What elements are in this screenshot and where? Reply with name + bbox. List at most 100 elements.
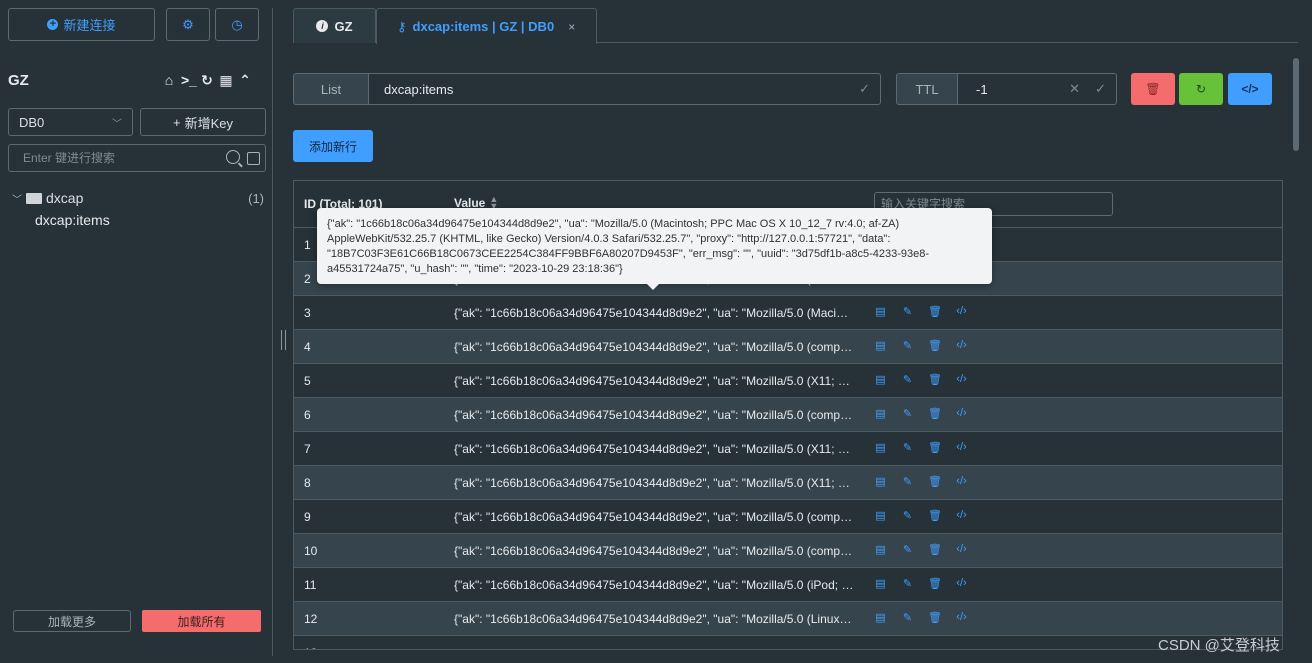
connection-toolbar: ⌂ >_ ↻ ▦ ⌃ xyxy=(162,72,252,89)
code-icon[interactable]: ‹/› xyxy=(955,509,968,522)
trash-icon[interactable]: 🗑 xyxy=(928,305,942,318)
tree-key-dxcap-items[interactable]: dxcap:items xyxy=(35,212,110,228)
scrollbar-thumb[interactable] xyxy=(1293,58,1299,151)
view-icon[interactable]: ▤ xyxy=(874,475,887,488)
code-icon[interactable]: ‹/› xyxy=(955,611,968,624)
table-row: 8 {"ak": "1c66b18c06a34d96475e104344d8d9e… xyxy=(294,466,1282,500)
view-icon[interactable]: ▤ xyxy=(874,441,887,454)
trash-icon[interactable]: 🗑 xyxy=(928,543,942,556)
row-value: {"ak": "1c66b18c06a34d96475e104344d8d9e2… xyxy=(454,544,854,558)
close-icon[interactable]: × xyxy=(568,20,575,34)
load-all-button[interactable]: 加载所有 xyxy=(142,610,261,632)
trash-icon[interactable]: 🗑 xyxy=(928,407,942,420)
view-icon[interactable]: ▤ xyxy=(874,373,887,386)
table-row: 11 {"ak": "1c66b18c06a34d96475e104344d8d9… xyxy=(294,568,1282,602)
view-icon[interactable]: ▤ xyxy=(874,407,887,420)
dump-command-button[interactable]: </> xyxy=(1228,73,1272,105)
edit-icon[interactable]: ✎ xyxy=(901,475,914,488)
trash-icon[interactable]: 🗑 xyxy=(928,509,942,522)
view-icon[interactable]: ▤ xyxy=(874,339,887,352)
edit-icon[interactable]: ✎ xyxy=(901,577,914,590)
code-icon[interactable]: ‹/› xyxy=(955,407,968,420)
connection-name: GZ xyxy=(8,72,29,89)
add-key-button[interactable]: + 新增Key xyxy=(140,108,266,136)
edit-icon[interactable]: ✎ xyxy=(901,509,914,522)
trash-icon[interactable]: 🗑 xyxy=(928,577,942,590)
key-name-field[interactable]: dxcap:items ✓ xyxy=(368,73,881,105)
code-icon: </> xyxy=(1241,82,1259,96)
trash-icon[interactable]: 🗑 xyxy=(928,475,942,488)
new-connection-button[interactable]: + 新建连接 xyxy=(8,8,155,41)
edit-icon[interactable]: ✎ xyxy=(901,373,914,386)
row-value: {"ak": "1c66b18c06a34d96475e104344d8d9e2… xyxy=(454,442,854,456)
edit-icon[interactable]: ✎ xyxy=(901,543,914,556)
trash-icon[interactable]: 🗑 xyxy=(928,373,942,386)
row-id: 7 xyxy=(304,442,311,456)
check-icon[interactable]: ✓ xyxy=(859,81,870,97)
view-icon[interactable]: ▤ xyxy=(874,305,887,318)
row-actions: ▤ ✎ 🗑 ‹/› xyxy=(874,611,968,624)
grid-icon[interactable]: ▦ xyxy=(219,72,233,89)
row-id: 6 xyxy=(304,408,311,422)
home-icon[interactable]: ⌂ xyxy=(162,72,176,89)
refresh-icon: ↻ xyxy=(1195,82,1207,96)
trash-icon[interactable]: 🗑 xyxy=(928,339,942,352)
row-id: 12 xyxy=(304,612,318,626)
row-value: {"ak": "1c66b18c06a34d96475e104344d8d9e2… xyxy=(454,578,854,592)
refresh-icon[interactable]: ↻ xyxy=(200,72,214,89)
tab-key-detail[interactable]: ⚷ dxcap:items | GZ | DB0 × xyxy=(376,8,597,44)
add-key-label: 新增Key xyxy=(184,115,233,131)
plus-icon: + xyxy=(173,114,181,130)
chevron-up-icon[interactable]: ⌃ xyxy=(238,72,252,89)
tree-folder-dxcap[interactable]: ﹀ dxcap (1) xyxy=(12,190,266,206)
new-connection-label: 新建连接 xyxy=(63,18,116,33)
row-value: {"ak": "1c66b18c06a34d96475e104344d8d9e2… xyxy=(454,612,854,626)
trash-icon[interactable]: 🗑 xyxy=(928,441,942,454)
row-actions: ▤ ✎ 🗑 ‹/› xyxy=(874,509,968,522)
delete-key-button[interactable]: 🗑 xyxy=(1131,73,1175,105)
refresh-key-button[interactable]: ↻ xyxy=(1179,73,1223,105)
row-value: {"ak": "1c66b18c06a34d96475e104344d8d9e2… xyxy=(454,340,854,354)
code-icon[interactable]: ‹/› xyxy=(955,441,968,454)
load-more-button[interactable]: 加载更多 xyxy=(13,610,131,632)
edit-icon[interactable]: ✎ xyxy=(901,407,914,420)
edit-icon[interactable]: ✎ xyxy=(901,339,914,352)
terminal-icon[interactable]: >_ xyxy=(181,72,197,89)
add-row-button[interactable]: 添加新行 xyxy=(293,130,373,162)
tree-folder-label: dxcap xyxy=(46,190,84,206)
code-icon[interactable]: ‹/› xyxy=(955,339,968,352)
watermark: CSDN @艾登科技 xyxy=(1158,637,1280,654)
code-icon[interactable]: ‹/› xyxy=(955,305,968,318)
trash-icon[interactable]: 🗑 xyxy=(928,611,942,624)
table-row: 7 {"ak": "1c66b18c06a34d96475e104344d8d9e… xyxy=(294,432,1282,466)
exact-match-checkbox[interactable] xyxy=(247,152,260,165)
key-search-input[interactable] xyxy=(23,151,218,165)
view-icon[interactable]: ▤ xyxy=(874,611,887,624)
table-body: 1 {"ak": "1c66b18c06a34d96475e104344d8d9e… xyxy=(294,228,1282,649)
row-actions: ▤ ✎ 🗑 ‹/› xyxy=(874,441,968,454)
ttl-field[interactable]: -1 ✕ ✓ xyxy=(957,73,1117,105)
search-icon[interactable] xyxy=(226,150,240,164)
code-icon[interactable]: ‹/› xyxy=(955,577,968,590)
db-select[interactable]: DB0 ﹀ xyxy=(8,108,133,136)
clear-icon[interactable]: ✕ xyxy=(1069,81,1080,97)
edit-icon[interactable]: ✎ xyxy=(901,305,914,318)
view-icon[interactable]: ▤ xyxy=(874,577,887,590)
row-actions: ▤ ✎ 🗑 ‹/› xyxy=(874,407,968,420)
tab-connection-info[interactable]: i GZ xyxy=(293,8,376,43)
code-icon[interactable]: ‹/› xyxy=(955,543,968,556)
resize-handle[interactable] xyxy=(281,330,286,350)
settings-button[interactable]: ⚙ xyxy=(166,8,210,41)
row-value: {"ak": "1c66b18c06a34d96475e104344d8d9e2… xyxy=(454,374,854,388)
row-actions: ▤ ✎ 🗑 ‹/› xyxy=(874,577,968,590)
edit-icon[interactable]: ✎ xyxy=(901,441,914,454)
view-icon[interactable]: ▤ xyxy=(874,543,887,556)
tab-label: dxcap:items | GZ | DB0 xyxy=(412,19,555,34)
code-icon[interactable]: ‹/› xyxy=(955,475,968,488)
view-icon[interactable]: ▤ xyxy=(874,509,887,522)
code-icon[interactable]: ‹/› xyxy=(955,373,968,386)
history-button[interactable]: ◷ xyxy=(215,8,259,41)
row-actions: ▤ ✎ 🗑 ‹/› xyxy=(874,543,968,556)
edit-icon[interactable]: ✎ xyxy=(901,611,914,624)
check-icon[interactable]: ✓ xyxy=(1095,81,1106,97)
